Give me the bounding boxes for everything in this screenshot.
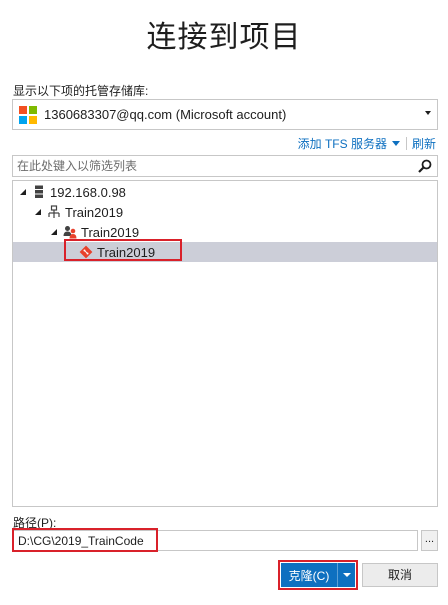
account-name: 1360683307@qq.com (Microsoft account)	[44, 107, 287, 122]
tree-node-label: Train2019	[81, 224, 140, 240]
filter-input[interactable]	[13, 156, 403, 176]
add-tfs-server-link[interactable]: 添加 TFS 服务器	[298, 135, 387, 152]
link-divider	[405, 137, 407, 150]
tree-node-server[interactable]: 192.168.0.98	[13, 182, 437, 202]
filter-box	[12, 155, 438, 177]
dialog-title: 连接到项目	[146, 20, 302, 55]
microsoft-logo-icon	[19, 105, 37, 124]
path-highlight-box	[12, 528, 158, 552]
tree-node-collection[interactable]: Train2019	[13, 202, 437, 222]
tree-node-label: Train2019	[65, 204, 124, 220]
clone-highlight-box	[278, 560, 358, 590]
expanded-arrow-icon[interactable]	[35, 209, 41, 215]
chevron-down-icon	[425, 111, 431, 115]
cancel-button[interactable]: 取消	[362, 563, 438, 587]
expanded-arrow-icon[interactable]	[20, 189, 26, 195]
repo-highlight-box	[64, 239, 182, 261]
expanded-arrow-icon[interactable]	[51, 229, 57, 235]
caret-down-icon[interactable]	[391, 141, 400, 146]
account-dropdown[interactable]: 1360683307@qq.com (Microsoft account)	[12, 99, 438, 130]
server-icon	[35, 185, 43, 198]
repositories-label: 显示以下项的托管存储库:	[13, 84, 149, 98]
browse-button[interactable]: ...	[421, 530, 438, 551]
server-links: 添加 TFS 服务器 刷新	[298, 135, 436, 152]
refresh-link[interactable]: 刷新	[412, 135, 436, 152]
repository-tree: 192.168.0.98 Train2019 Train2019 Train20…	[12, 180, 438, 507]
tree-node-label: 192.168.0.98	[50, 184, 126, 200]
team-project-icon	[63, 226, 77, 239]
search-icon[interactable]	[417, 158, 433, 174]
collection-icon	[48, 205, 60, 218]
